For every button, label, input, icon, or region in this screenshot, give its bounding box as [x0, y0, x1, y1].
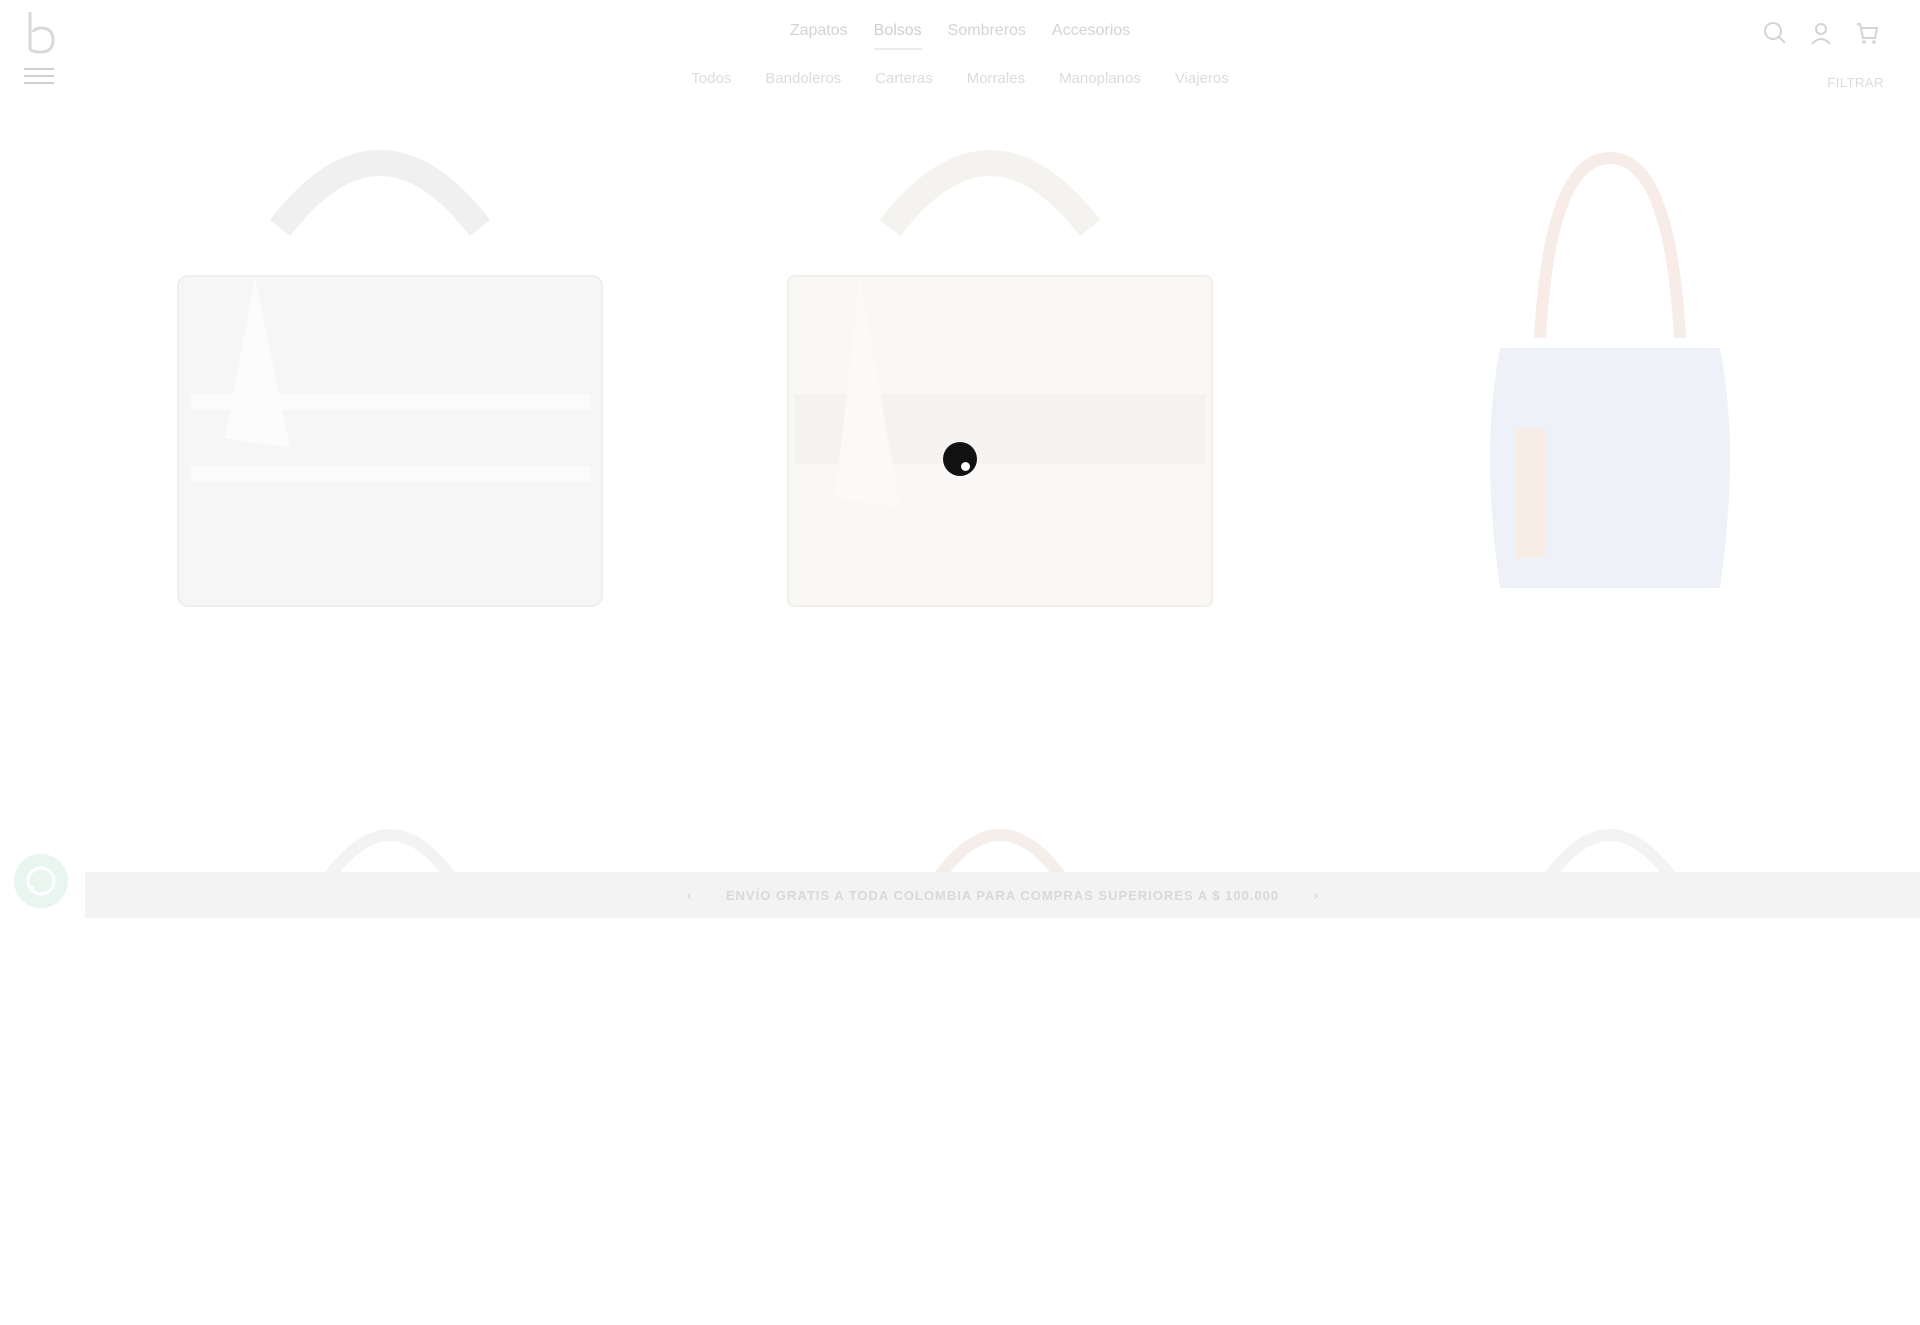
- category-subnav: Todos Bandoleros Carteras Morrales Manop…: [0, 70, 1920, 87]
- main-nav-bolsos[interactable]: Bolsos: [873, 22, 922, 50]
- search-icon[interactable]: [1762, 20, 1788, 46]
- announcement-bar: ‹ ENVÍO GRATIS A TODA COLOMBIA PARA COMP…: [85, 872, 1920, 918]
- subnav-viajeros[interactable]: Viajeros: [1175, 70, 1229, 87]
- subnav-manoplanos[interactable]: Manoplanos: [1059, 70, 1141, 87]
- whatsapp-button[interactable]: [14, 854, 68, 908]
- announcement-message: ENVÍO GRATIS A TODA COLOMBIA PARA COMPRA…: [725, 887, 1280, 903]
- announcement-prev-icon[interactable]: ‹: [687, 887, 692, 904]
- handbag-image: [1490, 151, 1730, 588]
- whatsapp-icon: [26, 866, 56, 896]
- product-card[interactable]: [740, 118, 1260, 638]
- account-icon[interactable]: [1808, 20, 1834, 46]
- main-nav-sombreros[interactable]: Sombreros: [948, 22, 1026, 50]
- filter-button[interactable]: FILTRAR: [1827, 75, 1884, 90]
- subnav-carteras[interactable]: Carteras: [875, 70, 933, 87]
- main-nav-accesorios[interactable]: Accesorios: [1052, 22, 1130, 50]
- loading-spinner: [943, 442, 977, 476]
- header-icons: [1762, 20, 1880, 46]
- main-nav-zapatos[interactable]: Zapatos: [790, 22, 848, 50]
- cart-icon[interactable]: [1854, 20, 1880, 46]
- announcement-next-icon[interactable]: ›: [1313, 887, 1318, 904]
- subnav-bandoleros[interactable]: Bandoleros: [765, 70, 841, 87]
- tote-bag-image: [177, 150, 603, 607]
- product-card[interactable]: [1350, 118, 1870, 638]
- tote-bag-image: [787, 150, 1213, 607]
- main-nav: Zapatos Bolsos Sombreros Accesorios: [0, 22, 1920, 50]
- product-card[interactable]: [130, 118, 650, 638]
- subnav-todos[interactable]: Todos: [691, 70, 731, 87]
- subnav-morrales[interactable]: Morrales: [967, 70, 1025, 87]
